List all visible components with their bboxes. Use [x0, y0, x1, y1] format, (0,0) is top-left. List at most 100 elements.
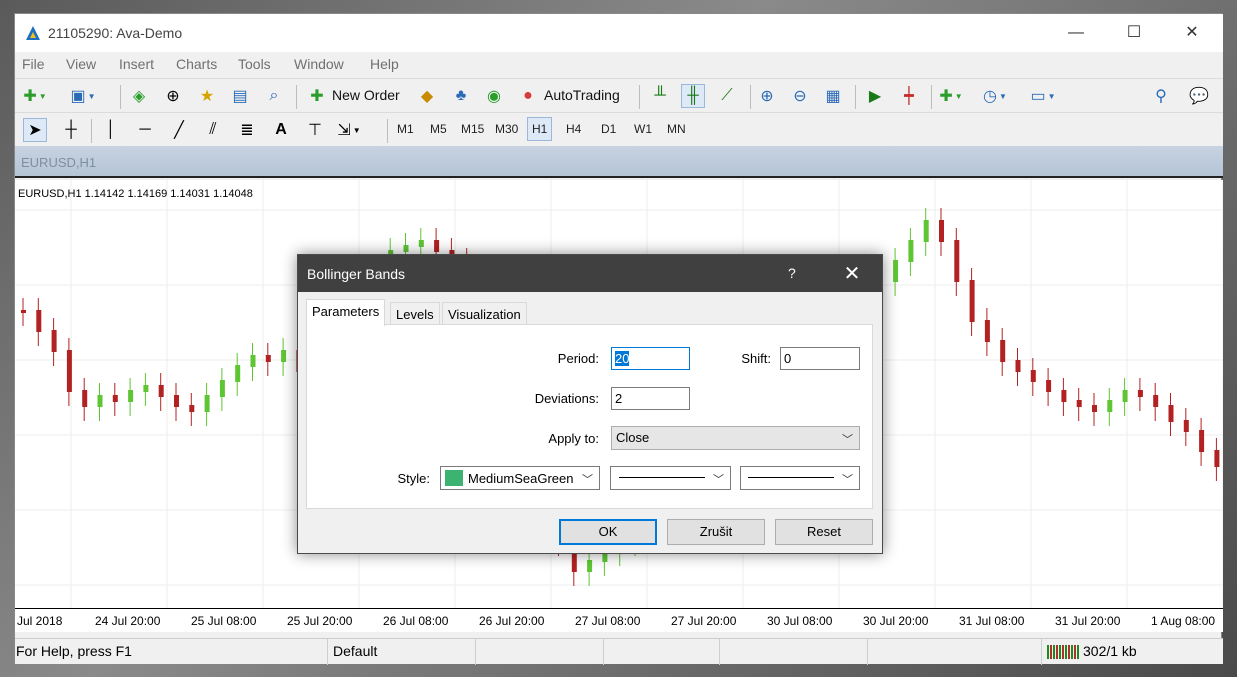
line-chart-icon[interactable]: ⟋ — [715, 84, 739, 108]
new-chart-icon[interactable]: ✚ ▼ — [23, 84, 47, 108]
candle-body — [143, 385, 149, 392]
parameters-panel: Period: 20 Shift: 0 Deviations: 2 Apply … — [306, 324, 873, 509]
timeframe-m15[interactable]: M15 — [461, 122, 484, 136]
time-label: 30 Jul 20:00 — [863, 614, 929, 628]
status-profile: Default — [333, 643, 378, 659]
fibonacci-icon[interactable]: ≣ — [235, 118, 259, 142]
candle-body — [908, 240, 914, 262]
maximize-button[interactable]: ☐ — [1105, 14, 1163, 52]
tile-windows-icon[interactable]: ▦ — [821, 84, 845, 108]
candle-body — [1183, 420, 1189, 432]
menu-insert[interactable]: Insert — [119, 56, 154, 72]
deviations-field[interactable]: 2 — [611, 387, 690, 410]
arrows-icon[interactable]: ⇲ ▼ — [337, 118, 361, 142]
autotrading-icon[interactable]: ● — [516, 84, 540, 108]
text-icon[interactable]: A — [269, 118, 293, 142]
cursor-icon[interactable]: ➤ — [23, 118, 47, 142]
menu-charts[interactable]: Charts — [176, 56, 217, 72]
candle-body — [984, 320, 990, 342]
timeframe-h1[interactable]: H1 — [527, 117, 553, 141]
market-icon[interactable]: ◆ — [415, 84, 439, 108]
candle-body — [969, 280, 975, 322]
autotrading-button[interactable]: AutoTrading — [544, 87, 620, 103]
trendline-icon[interactable]: ╱ — [167, 118, 191, 142]
dialog-close-button[interactable]: ✕ — [841, 261, 863, 286]
equidistant-channel-icon[interactable]: ⫽ — [201, 118, 225, 142]
indicators-icon[interactable]: ✚ ▼ — [939, 84, 963, 108]
timeframe-w1[interactable]: W1 — [634, 122, 652, 136]
candle-body — [1214, 450, 1220, 467]
templates-icon[interactable]: ▭ ▼ — [1030, 84, 1055, 108]
time-label: 30 Jul 08:00 — [767, 614, 833, 628]
chart-window-title[interactable]: EURUSD,H1 — [21, 155, 96, 170]
line-width-select[interactable]: ﹀ — [740, 466, 860, 490]
tab-levels[interactable]: Levels — [390, 302, 440, 324]
candle-body — [66, 350, 72, 392]
apply-to-value: Close — [616, 430, 650, 445]
period-value: 20 — [615, 351, 630, 366]
market-watch-icon[interactable]: ◈ — [127, 84, 151, 108]
candle-body — [51, 330, 57, 352]
line-style-select[interactable]: ﹀ — [610, 466, 731, 490]
dialog-help-button[interactable]: ? — [788, 265, 796, 281]
style-label: Style: — [397, 471, 430, 486]
dialog-title: Bollinger Bands — [307, 266, 406, 282]
app-logo-icon — [26, 26, 40, 40]
menu-tools[interactable]: Tools — [238, 56, 271, 72]
periods-icon[interactable]: ◷ ▼ — [983, 84, 1007, 108]
signals-icon[interactable]: ♣ — [449, 84, 473, 108]
title-bar: 21105290: Ava-Demo — ☐ ✕ — [15, 14, 1223, 52]
text-label-icon[interactable]: ⊤ — [303, 118, 327, 142]
menu-file[interactable]: File — [22, 56, 45, 72]
menu-window[interactable]: Window — [294, 56, 344, 72]
crosshair-icon[interactable]: ┼ — [59, 118, 83, 142]
favorites-icon[interactable]: ★ — [195, 84, 219, 108]
candle-body — [36, 310, 42, 332]
candlestick-icon[interactable]: ╫ — [681, 84, 705, 108]
timeframe-m30[interactable]: M30 — [495, 122, 518, 136]
shift-field[interactable]: 0 — [780, 347, 860, 370]
timeframe-h4[interactable]: H4 — [566, 122, 581, 136]
chevron-down-icon: ﹀ — [842, 474, 853, 486]
ok-button[interactable]: OK — [559, 519, 657, 545]
timeframe-m5[interactable]: M5 — [430, 122, 447, 136]
strategy-tester-icon[interactable]: ⌕ — [262, 84, 286, 108]
timeframe-d1[interactable]: D1 — [601, 122, 616, 136]
new-order-button[interactable]: New Order — [332, 87, 400, 103]
status-traffic: 302/1 kb — [1083, 643, 1137, 659]
candle-body — [923, 220, 929, 242]
profiles-icon[interactable]: ▣ ▼ — [70, 84, 95, 108]
vertical-line-icon[interactable]: │ — [99, 118, 123, 142]
zoom-out-icon[interactable]: ⊖ — [788, 84, 812, 108]
chat-icon[interactable]: 💬 — [1187, 84, 1211, 108]
reset-button[interactable]: Reset — [775, 519, 873, 545]
tab-visualization[interactable]: Visualization — [442, 302, 527, 324]
navigator-icon[interactable]: ⊕ — [161, 84, 185, 108]
minimize-button[interactable]: — — [1047, 14, 1105, 52]
horizontal-line-icon[interactable]: ─ — [133, 118, 157, 142]
timeframe-mn[interactable]: MN — [667, 122, 686, 136]
period-field[interactable]: 20 — [611, 347, 690, 370]
new-order-icon[interactable]: ✚ — [305, 84, 329, 108]
close-button[interactable]: ✕ — [1163, 14, 1221, 52]
candle-body — [434, 240, 440, 252]
chart-window-header: EURUSD,H1 — [15, 146, 1223, 178]
terminal-icon[interactable]: ▤ — [228, 84, 252, 108]
timeframe-m1[interactable]: M1 — [397, 122, 414, 136]
autoscroll-icon[interactable]: ▶ — [863, 84, 887, 108]
color-select[interactable]: MediumSeaGreen ﹀ — [440, 466, 600, 490]
apply-to-select[interactable]: Close ﹀ — [611, 426, 860, 450]
menu-bar: File View Insert Charts Tools Window Hel… — [15, 52, 1223, 78]
zoom-in-icon[interactable]: ⊕ — [755, 84, 779, 108]
candle-body — [403, 245, 409, 252]
tab-parameters[interactable]: Parameters — [306, 299, 386, 326]
menu-help[interactable]: Help — [370, 56, 399, 72]
candle-body — [1092, 405, 1097, 412]
search-icon[interactable]: ⚲ — [1149, 84, 1173, 108]
metaeditor-icon[interactable]: ◉ — [482, 84, 506, 108]
time-label: 27 Jul 08:00 — [575, 614, 641, 628]
chart-shift-icon[interactable]: ┿ — [897, 84, 921, 108]
menu-view[interactable]: View — [66, 56, 96, 72]
bar-chart-icon[interactable]: ╨ — [648, 84, 672, 108]
cancel-button[interactable]: Zrušit — [667, 519, 765, 545]
